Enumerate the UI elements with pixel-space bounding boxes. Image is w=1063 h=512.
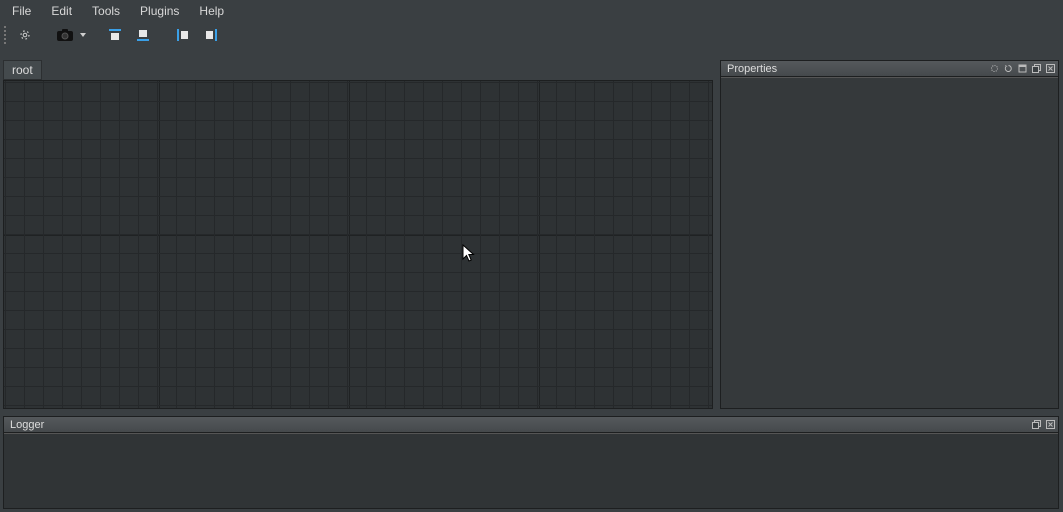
menu-help[interactable]: Help [189, 1, 234, 21]
logger-panel: Logger [3, 416, 1059, 509]
align-bottom-icon[interactable] [130, 24, 156, 46]
align-right-icon[interactable] [198, 24, 224, 46]
properties-restore-icon[interactable] [1030, 63, 1042, 75]
properties-title-bar[interactable]: Properties [721, 61, 1058, 77]
camera-dropdown[interactable] [78, 24, 88, 46]
toolbar-grip[interactable] [4, 26, 10, 44]
logger-restore-icon[interactable] [1030, 419, 1042, 431]
menu-file[interactable]: File [2, 1, 41, 21]
viewport-canvas[interactable] [3, 80, 713, 409]
align-top-icon[interactable] [102, 24, 128, 46]
properties-body [721, 77, 1058, 408]
menu-edit[interactable]: Edit [41, 1, 82, 21]
properties-close-icon[interactable] [1044, 63, 1056, 75]
logger-title-bar[interactable]: Logger [4, 417, 1058, 433]
menu-bar: File Edit Tools Plugins Help [0, 0, 1063, 22]
main-area: root Properties Logger [0, 50, 1063, 512]
camera-icon[interactable] [52, 24, 78, 46]
logger-close-icon[interactable] [1044, 419, 1056, 431]
properties-title: Properties [727, 63, 777, 75]
toolbar [0, 22, 1063, 50]
properties-panel: Properties [720, 60, 1059, 409]
properties-settings-icon[interactable] [988, 63, 1000, 75]
tab-root[interactable]: root [3, 60, 42, 80]
gear-icon[interactable] [12, 24, 38, 46]
properties-refresh-icon[interactable] [1002, 63, 1014, 75]
properties-dock-icon[interactable] [1016, 63, 1028, 75]
menu-plugins[interactable]: Plugins [130, 1, 189, 21]
logger-title: Logger [10, 419, 44, 431]
align-left-icon[interactable] [170, 24, 196, 46]
menu-tools[interactable]: Tools [82, 1, 130, 21]
logger-body [4, 433, 1058, 508]
